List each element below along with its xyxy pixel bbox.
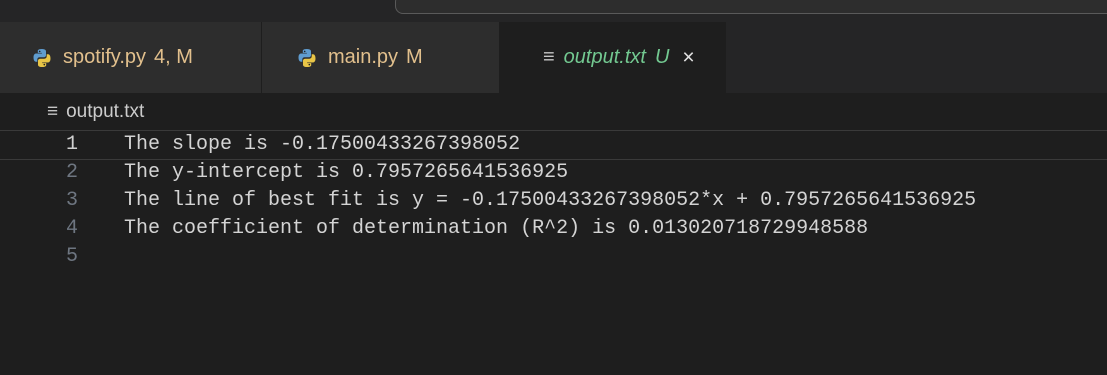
- line-text[interactable]: The slope is -0.17500433267398052: [124, 131, 520, 159]
- git-status-badge: 4, M: [154, 46, 193, 68]
- code-editor[interactable]: 1 The slope is -0.17500433267398052 2 Th…: [0, 130, 1107, 271]
- python-icon: [33, 48, 51, 67]
- vscode-window: spotify.py 4, M main.py M ≡ output.txt U…: [0, 0, 1107, 375]
- command-center[interactable]: [395, 0, 1107, 14]
- editor-line[interactable]: 5: [0, 243, 1107, 271]
- tab-output-txt[interactable]: ≡ output.txt U ×: [500, 22, 726, 93]
- tab-label: main.py: [328, 46, 399, 68]
- line-text[interactable]: The y-intercept is 0.7957265641536925: [124, 159, 568, 187]
- close-icon[interactable]: ×: [682, 46, 694, 70]
- editor-line[interactable]: 3 The line of best fit is y = -0.1750043…: [0, 187, 1107, 215]
- tab-spotify-py[interactable]: spotify.py 4, M: [0, 22, 262, 93]
- line-number: 5: [65, 245, 78, 268]
- tab-label: output.txt: [563, 46, 646, 68]
- line-number: 3: [65, 189, 78, 212]
- tab-label: spotify.py: [63, 46, 146, 68]
- line-number: 4: [65, 217, 78, 240]
- line-number: 1: [65, 133, 78, 156]
- text-file-icon: ≡: [47, 101, 59, 122]
- git-status-badge: U: [654, 46, 670, 68]
- git-status-badge: M: [406, 46, 423, 68]
- editor-line[interactable]: 4 The coefficient of determination (R^2)…: [0, 215, 1107, 243]
- text-file-icon: ≡: [543, 46, 555, 68]
- editor-line[interactable]: 1 The slope is -0.17500433267398052: [0, 130, 1107, 160]
- editor-tab-bar: spotify.py 4, M main.py M ≡ output.txt U…: [0, 22, 1107, 93]
- editor-line[interactable]: 2 The y-intercept is 0.7957265641536925: [0, 159, 1107, 187]
- python-icon: [298, 48, 316, 67]
- line-text[interactable]: The line of best fit is y = -0.175004332…: [124, 187, 976, 215]
- title-bar: [0, 0, 1107, 22]
- breadcrumb: ≡ output.txt: [0, 93, 1107, 131]
- line-text[interactable]: The coefficient of determination (R^2) i…: [124, 215, 868, 243]
- tab-main-py[interactable]: main.py M: [262, 22, 500, 93]
- breadcrumb-item-file[interactable]: output.txt: [66, 101, 144, 123]
- line-number: 2: [65, 161, 78, 184]
